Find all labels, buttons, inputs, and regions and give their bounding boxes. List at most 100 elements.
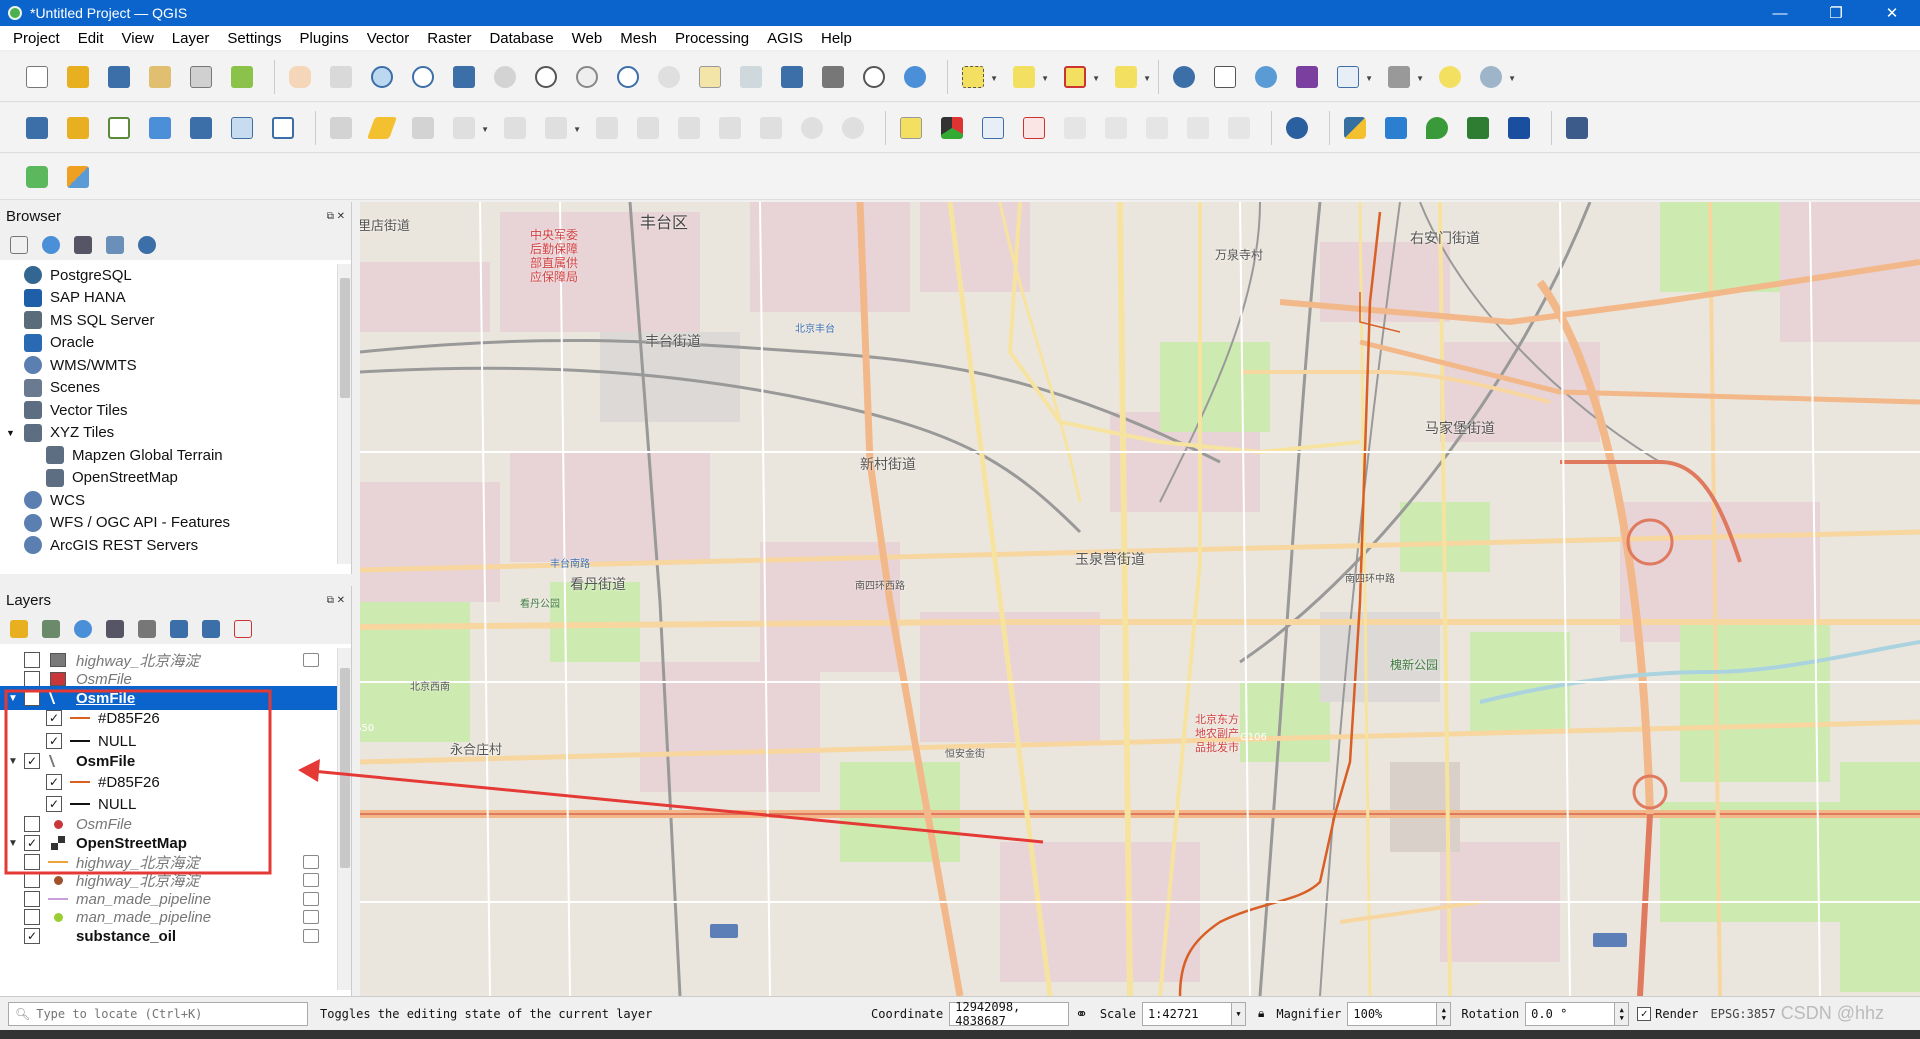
coordinate-field[interactable]: 12942098, 4838687 — [949, 1000, 1070, 1028]
style-manager-icon[interactable] — [225, 60, 259, 94]
modify-attributes-icon[interactable]: ▼ — [539, 111, 581, 145]
new-project-icon[interactable] — [20, 60, 54, 94]
menu-edit[interactable]: Edit — [69, 30, 113, 47]
layout-manager-icon[interactable] — [184, 60, 218, 94]
identify-features-icon[interactable] — [1167, 60, 1201, 94]
browser-item[interactable]: ▼ XYZ Tiles — [0, 422, 337, 445]
panel-float-close-icon[interactable]: ⧉ ✕ — [327, 211, 345, 222]
menu-web[interactable]: Web — [563, 30, 612, 47]
measure-line-icon[interactable]: ▼ — [1382, 60, 1424, 94]
collapse-arrow-icon[interactable]: ▼ — [8, 693, 18, 704]
new-virtual-layer-icon[interactable] — [225, 111, 259, 145]
move-label-icon[interactable] — [1099, 111, 1133, 145]
filter-expression-icon[interactable] — [138, 620, 156, 638]
menu-vector[interactable]: Vector — [358, 30, 419, 47]
deselect-all-icon[interactable]: ▼ — [1058, 60, 1100, 94]
undo-icon[interactable] — [795, 111, 829, 145]
menu-settings[interactable]: Settings — [218, 30, 290, 47]
collapse-arrow-icon[interactable]: ▼ — [8, 756, 18, 767]
minimize-button[interactable]: — — [1752, 0, 1808, 26]
data-source-manager-icon[interactable] — [20, 111, 54, 145]
panel-float-close-icon[interactable]: ⧉ ✕ — [327, 595, 345, 606]
pan-to-selection-icon[interactable] — [324, 60, 358, 94]
menu-processing[interactable]: Processing — [666, 30, 758, 47]
field-calculator-icon[interactable]: ▼ — [1331, 60, 1373, 94]
browser-item[interactable]: OpenStreetMap — [0, 467, 337, 490]
zoom-native-icon[interactable] — [570, 60, 604, 94]
menu-help[interactable]: Help — [812, 30, 861, 47]
layer-embedded-widget-icon[interactable] — [303, 929, 319, 943]
render-checkbox[interactable]: ✓ Render — [1637, 1006, 1699, 1021]
open-attribute-table-icon[interactable] — [1208, 60, 1242, 94]
menu-agis[interactable]: AGIS — [758, 30, 812, 47]
zoom-in-icon[interactable] — [365, 60, 399, 94]
new-print-layout-icon[interactable] — [143, 60, 177, 94]
zoom-next-icon[interactable] — [652, 60, 686, 94]
filter-legend-icon[interactable] — [106, 620, 124, 638]
browser-item[interactable]: WCS — [0, 489, 337, 512]
scale-dropdown-icon[interactable]: ▼ — [1231, 1001, 1246, 1026]
layer-visibility-checkbox[interactable] — [24, 909, 40, 925]
help-icon[interactable] — [1560, 111, 1594, 145]
layer-visibility-checkbox[interactable]: ✓ — [24, 928, 40, 944]
rotate-label-icon[interactable] — [1140, 111, 1174, 145]
zoom-to-selection-icon[interactable] — [488, 60, 522, 94]
refresh-icon[interactable] — [898, 60, 932, 94]
open-project-icon[interactable] — [61, 60, 95, 94]
menu-view[interactable]: View — [113, 30, 163, 47]
rotation-spinner[interactable]: ▲ ▼ — [1615, 1001, 1630, 1026]
highlight-pinned-icon[interactable] — [1017, 111, 1051, 145]
menu-mesh[interactable]: Mesh — [611, 30, 666, 47]
browser-item[interactable]: SAP HANA — [0, 287, 337, 310]
save-layer-edits-icon[interactable] — [406, 111, 440, 145]
manage-map-themes-icon[interactable] — [74, 620, 92, 638]
browser-item[interactable]: Oracle — [0, 332, 337, 355]
paste-features-icon[interactable] — [754, 111, 788, 145]
digitize-line-icon[interactable]: ▼ — [447, 111, 489, 145]
layer-labeling-icon[interactable] — [894, 111, 928, 145]
globe-plugin-icon[interactable] — [1280, 111, 1314, 145]
close-button[interactable]: ✕ — [1864, 0, 1920, 26]
expand-arrow-icon[interactable]: ▼ — [6, 428, 15, 438]
layer-visibility-checkbox[interactable] — [24, 816, 40, 832]
delete-selected-icon[interactable] — [631, 111, 665, 145]
layer-visibility-checkbox[interactable] — [24, 872, 40, 888]
show-bookmarks-icon[interactable] — [816, 60, 850, 94]
restore-button[interactable]: ❐ — [1808, 0, 1864, 26]
zoom-last-icon[interactable] — [611, 60, 645, 94]
magnifier-field[interactable]: 100% — [1347, 1001, 1438, 1026]
refresh-icon[interactable] — [42, 236, 60, 254]
new-mesh-layer-icon[interactable] — [266, 111, 300, 145]
current-edits-icon[interactable] — [324, 111, 358, 145]
temporal-controller-icon[interactable] — [857, 60, 891, 94]
add-group-icon[interactable] — [42, 620, 60, 638]
properties-info-icon[interactable] — [138, 236, 156, 254]
open-layer-styling-icon[interactable] — [10, 620, 28, 638]
redo-icon[interactable] — [836, 111, 870, 145]
layer-visibility-checkbox[interactable]: ✓ — [24, 835, 40, 851]
zoom-full-icon[interactable] — [447, 60, 481, 94]
browser-scrollbar[interactable] — [337, 264, 351, 564]
zoom-to-layer-icon[interactable] — [529, 60, 563, 94]
layer-embedded-widget-icon[interactable] — [303, 910, 319, 924]
layer-visibility-checkbox[interactable]: ✓ — [24, 690, 40, 706]
new-spatialite-layer-icon[interactable] — [143, 111, 177, 145]
layer-visibility-checkbox[interactable]: ✓ — [24, 753, 40, 769]
collapse-all-icon[interactable] — [202, 620, 220, 638]
layer-embedded-widget-icon[interactable] — [303, 892, 319, 906]
new-3d-map-icon[interactable] — [734, 60, 768, 94]
copy-features-icon[interactable] — [713, 111, 747, 145]
font-a-icon[interactable] — [1502, 111, 1536, 145]
legend-item[interactable]: ✓ #D85F26 — [0, 706, 337, 730]
browser-item[interactable]: WFS / OGC API - Features — [0, 512, 337, 535]
select-location-icon[interactable]: ▼ — [1109, 60, 1151, 94]
agis-icon[interactable] — [1461, 111, 1495, 145]
map-pin-icon[interactable] — [1420, 111, 1454, 145]
layer-visibility-checkbox[interactable] — [24, 671, 40, 687]
new-shapefile-layer-icon[interactable] — [102, 111, 136, 145]
map-tips-icon[interactable] — [1433, 60, 1467, 94]
rotation-field[interactable]: 0.0 ° — [1525, 1001, 1616, 1026]
menu-raster[interactable]: Raster — [418, 30, 480, 47]
menu-project[interactable]: Project — [4, 30, 69, 47]
change-label-icon[interactable] — [1181, 111, 1215, 145]
